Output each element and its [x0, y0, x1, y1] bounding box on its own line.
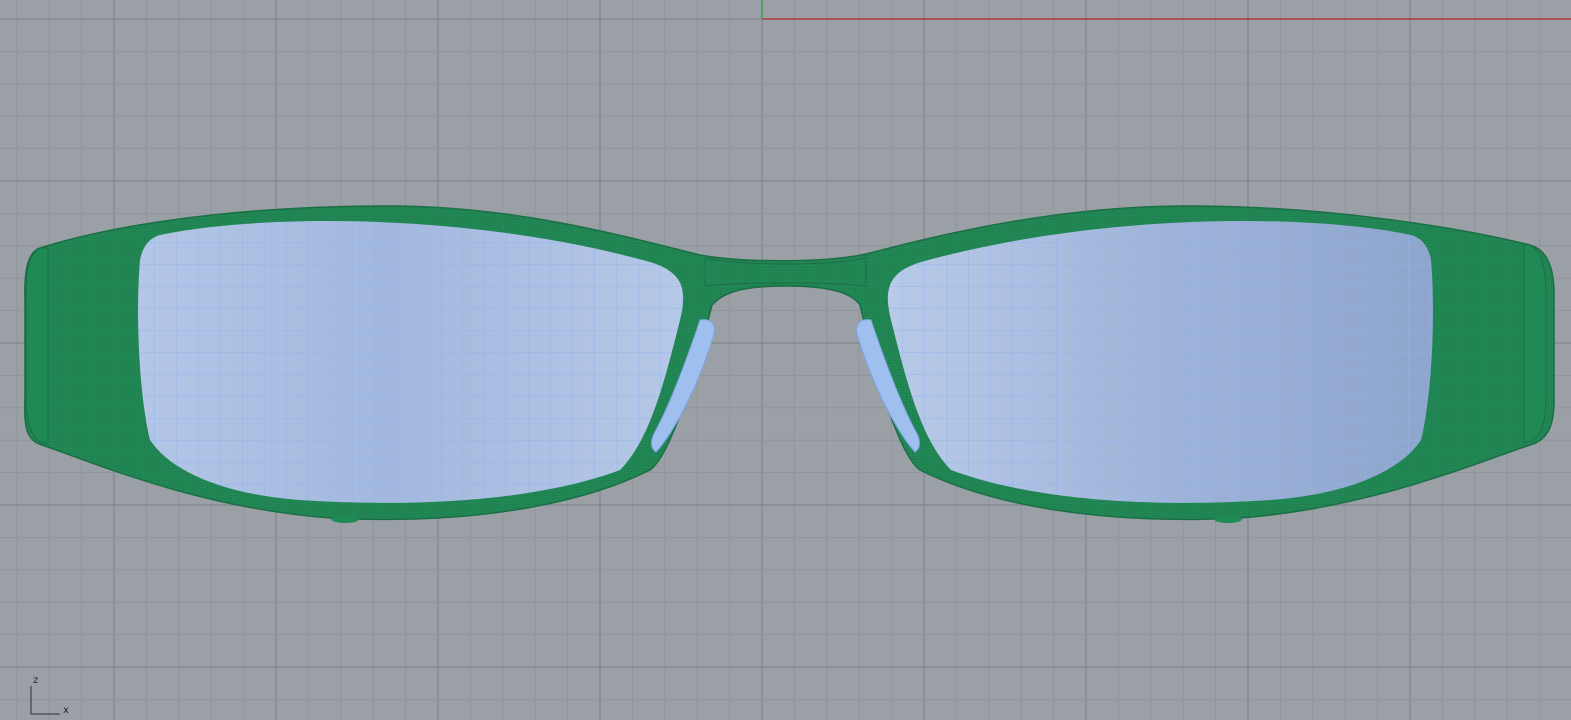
gizmo-x-label: x [63, 705, 69, 716]
gizmo-z-label: z [33, 675, 39, 686]
axis-gizmo [30, 686, 60, 715]
right-lens-mesh [887, 221, 1433, 503]
eyeglasses-model[interactable] [23, 205, 1555, 523]
right-bottom-tab [1214, 515, 1242, 523]
viewport-front[interactable]: z x [0, 0, 1571, 720]
left-hinge[interactable] [25, 247, 49, 444]
right-hinge[interactable] [1523, 244, 1547, 443]
viewport-canvas[interactable] [0, 0, 1571, 720]
left-bottom-tab [331, 515, 359, 523]
left-lens-mesh [138, 221, 684, 503]
